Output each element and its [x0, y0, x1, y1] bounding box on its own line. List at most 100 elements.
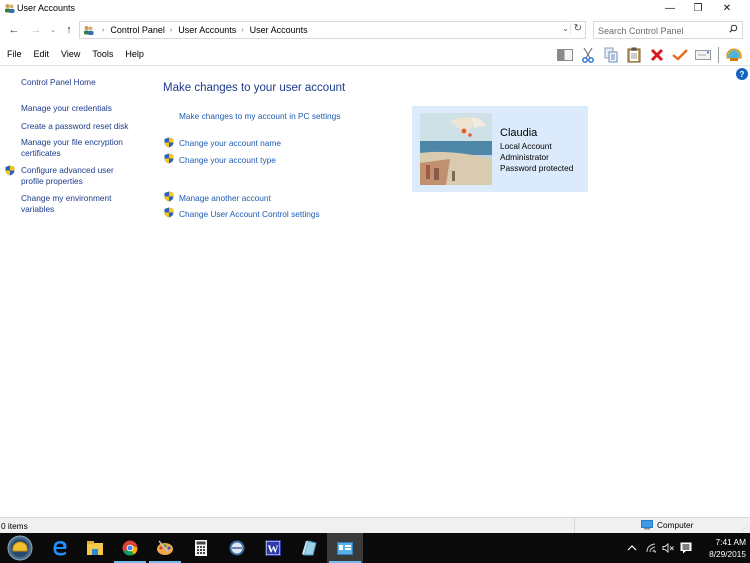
- uac-shield-icon: [164, 191, 174, 202]
- change-account-type-link[interactable]: Change your account type: [179, 155, 276, 165]
- change-account-name-link[interactable]: Change your account name: [179, 138, 281, 148]
- link-text-line1: Manage your file encryption: [21, 137, 123, 147]
- email-icon[interactable]: [694, 46, 712, 64]
- copy-icon[interactable]: [602, 46, 620, 64]
- breadcrumb-separator[interactable]: ›: [241, 27, 243, 34]
- cut-icon[interactable]: [579, 46, 597, 64]
- file-explorer-icon: [87, 541, 103, 555]
- manage-credentials-link[interactable]: Manage your credentials: [21, 103, 146, 114]
- recent-locations-chevron-icon[interactable]: ⌄: [46, 22, 60, 38]
- manage-another-account-link[interactable]: Manage another account: [179, 193, 271, 203]
- chrome-icon: [122, 540, 138, 556]
- uac-settings-link[interactable]: Change User Account Control settings: [179, 209, 320, 219]
- clock-time: 7:41 AM: [715, 537, 746, 547]
- menu-edit[interactable]: Edit: [34, 49, 50, 59]
- address-dropdown-icon[interactable]: ⌄: [562, 24, 569, 33]
- restore-button[interactable]: ❐: [684, 0, 712, 16]
- location-label: Computer: [657, 520, 694, 530]
- menu-bar: File Edit View Tools Help: [0, 44, 750, 66]
- account-location: Local Account: [500, 141, 552, 151]
- address-bar[interactable]: › Control Panel › User Accounts › User A…: [79, 21, 586, 39]
- breadcrumb-control-panel[interactable]: Control Panel: [110, 25, 165, 35]
- status-divider: [574, 518, 575, 534]
- volume-muted-icon[interactable]: [662, 533, 675, 563]
- user-accounts-window: User Accounts — ❐ ✕ ← → ⌄ ↑ › Control Pa…: [0, 0, 750, 534]
- start-button[interactable]: [2, 533, 38, 563]
- search-input[interactable]: [598, 24, 723, 37]
- breadcrumb-separator[interactable]: ›: [170, 27, 172, 34]
- up-arrow-icon[interactable]: ↑: [62, 22, 76, 38]
- taskbar-edge[interactable]: [42, 533, 78, 563]
- navigation-bar: ← → ⌄ ↑ › Control Panel › User Accounts …: [0, 20, 750, 40]
- notepad-icon: [302, 540, 317, 556]
- forward-arrow-icon[interactable]: →: [29, 22, 43, 38]
- taskbar-paint[interactable]: [147, 533, 183, 563]
- paint-icon: [157, 540, 173, 555]
- close-button[interactable]: ✕: [713, 0, 741, 16]
- menu-file[interactable]: File: [7, 49, 22, 59]
- taskbar-clock[interactable]: 7:41 AM 8/29/2015: [696, 536, 746, 560]
- back-arrow-icon[interactable]: ←: [7, 22, 21, 38]
- clock-app-icon: [229, 540, 245, 556]
- link-text: Create a password reset disk: [21, 121, 129, 131]
- network-icon[interactable]: [646, 533, 657, 563]
- help-button[interactable]: ?: [736, 68, 748, 80]
- control-panel-home-link[interactable]: Control Panel Home: [21, 77, 146, 88]
- search-box[interactable]: [593, 21, 743, 39]
- chevron-up-icon: [627, 545, 637, 551]
- taskbar-control-panel[interactable]: [327, 533, 363, 563]
- password-reset-disk-link[interactable]: Create a password reset disk: [21, 121, 146, 132]
- resize-grip[interactable]: ⋰: [742, 525, 748, 532]
- link-text-line1: Configure advanced user: [21, 165, 114, 175]
- menu-help[interactable]: Help: [125, 49, 144, 59]
- minimize-button[interactable]: —: [656, 0, 684, 16]
- pc-settings-link[interactable]: Make changes to my account in PC setting…: [179, 111, 340, 121]
- toolbar-separator: [718, 47, 719, 63]
- breadcrumb-user-accounts[interactable]: User Accounts: [178, 25, 236, 35]
- taskbar-notepad[interactable]: [291, 533, 327, 563]
- tray-overflow-chevron[interactable]: [627, 533, 637, 563]
- environment-variables-link[interactable]: Change my environment variables: [21, 193, 146, 215]
- computer-icon: [641, 520, 653, 530]
- check-icon[interactable]: [671, 46, 689, 64]
- shell-start-icon: [7, 535, 33, 561]
- breadcrumb: › Control Panel › User Accounts › User A…: [97, 25, 308, 35]
- taskbar-chrome[interactable]: [112, 533, 148, 563]
- search-icon[interactable]: [729, 24, 738, 35]
- action-center-icon[interactable]: [680, 533, 692, 563]
- paste-icon[interactable]: [625, 46, 643, 64]
- calculator-icon: [195, 540, 207, 556]
- user-accounts-location-icon: [84, 26, 94, 35]
- menu-view[interactable]: View: [61, 49, 80, 59]
- delete-icon[interactable]: [648, 46, 666, 64]
- taskbar-clock-app[interactable]: [219, 533, 255, 563]
- word-icon: W: [265, 540, 281, 556]
- user-name: Claudia: [500, 127, 538, 139]
- link-text-line2: variables: [21, 204, 55, 214]
- edge-icon: [53, 541, 67, 556]
- taskbar-file-explorer[interactable]: [77, 533, 113, 563]
- uac-shield-icon: [164, 207, 174, 218]
- control-panel-icon: [337, 541, 353, 555]
- refresh-icon[interactable]: ↻: [569, 23, 582, 34]
- link-text: Manage your credentials: [21, 103, 112, 113]
- advanced-user-profile-link[interactable]: Configure advanced user profile properti…: [21, 165, 146, 187]
- link-text-line2: certificates: [21, 148, 61, 158]
- shell-icon[interactable]: [725, 46, 743, 64]
- item-count: 0 items: [1, 521, 28, 531]
- link-text-line2: profile properties: [21, 176, 83, 186]
- breadcrumb-separator[interactable]: ›: [102, 27, 104, 34]
- title-bar: User Accounts — ❐ ✕: [0, 0, 750, 17]
- page-title: Make changes to your user account: [163, 82, 346, 94]
- clock-date: 8/29/2015: [709, 549, 746, 559]
- taskbar-calculator[interactable]: [183, 533, 219, 563]
- svg-text:W: W: [268, 544, 279, 556]
- menu-tools[interactable]: Tools: [92, 49, 113, 59]
- layout-pane-icon[interactable]: [556, 46, 574, 64]
- account-type: Administrator: [500, 152, 549, 162]
- file-encryption-certificates-link[interactable]: Manage your file encryption certificates: [21, 137, 146, 159]
- user-account-tile: Claudia Local Account Administrator Pass…: [412, 106, 588, 192]
- taskbar-word[interactable]: W: [255, 533, 291, 563]
- user-avatar[interactable]: [420, 113, 492, 185]
- breadcrumb-user-accounts-current[interactable]: User Accounts: [250, 25, 308, 35]
